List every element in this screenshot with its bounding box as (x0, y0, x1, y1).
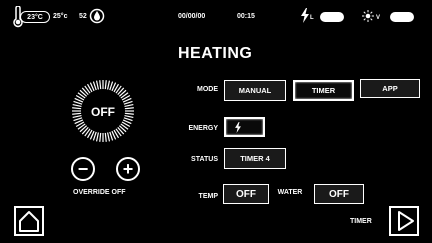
humidity-icon (89, 8, 105, 24)
home-button[interactable] (14, 206, 44, 236)
sun-label: V (376, 15, 381, 21)
mode-label: MODE (197, 86, 218, 93)
water-label: WATER (277, 189, 303, 196)
home-icon (19, 211, 39, 232)
energy-button[interactable] (224, 117, 265, 137)
dial-tick (99, 132, 102, 142)
lightning-icon (235, 121, 241, 133)
inside-temp-badge: 23°C (20, 11, 50, 23)
status-bar: 23°C 25°c 52 00/00/00 00:15 L V (0, 0, 432, 34)
humidity-value: 52 (79, 13, 87, 20)
dial-tick (104, 80, 107, 90)
sun-icon (362, 9, 374, 22)
next-button[interactable] (389, 206, 419, 236)
mode-app-button[interactable]: APP (360, 79, 420, 98)
dial-tick (92, 81, 97, 91)
status-value: TIMER 4 (224, 148, 286, 169)
temperature-dial[interactable]: OFF (58, 78, 148, 148)
water-value-button[interactable]: OFF (314, 184, 364, 204)
temp-value-button[interactable]: OFF (223, 184, 269, 204)
power-toggle[interactable] (320, 12, 344, 22)
mode-manual-button[interactable]: MANUAL (224, 80, 286, 101)
energy-label: ENERGY (188, 125, 218, 132)
date-display: 00/00/00 (178, 13, 206, 20)
power-icon (300, 8, 310, 23)
plus-icon: + (122, 159, 134, 179)
dial-tick (95, 132, 100, 142)
dial-tick (95, 80, 100, 90)
dial-tick (99, 80, 102, 90)
minus-icon: − (77, 159, 89, 179)
inside-temp-value: 23°C (27, 13, 43, 21)
dial-tick (109, 81, 114, 91)
dial-tick (123, 100, 133, 105)
dial-tick (106, 132, 111, 142)
dial-tick (109, 131, 114, 141)
outside-temp: 25°c (53, 13, 68, 20)
time-display: 00:15 (237, 13, 255, 20)
dial-tick (73, 100, 83, 105)
timer-label: TIMER (350, 218, 372, 225)
page-title: HEATING (178, 45, 253, 62)
dial-tick (106, 80, 111, 90)
override-label: OVERRIDE OFF (73, 189, 126, 196)
dial-tick (104, 132, 107, 142)
decrease-button[interactable]: − (71, 157, 95, 181)
play-arrow-icon (398, 211, 414, 231)
status-label: STATUS (191, 156, 218, 163)
mode-timer-button[interactable]: TIMER (293, 80, 354, 101)
increase-button[interactable]: + (116, 157, 140, 181)
sun-toggle[interactable] (390, 12, 414, 22)
dial-state: OFF (91, 105, 115, 119)
temp-label: TEMP (198, 193, 218, 200)
dial-tick (92, 131, 97, 141)
power-label: L (310, 15, 314, 21)
